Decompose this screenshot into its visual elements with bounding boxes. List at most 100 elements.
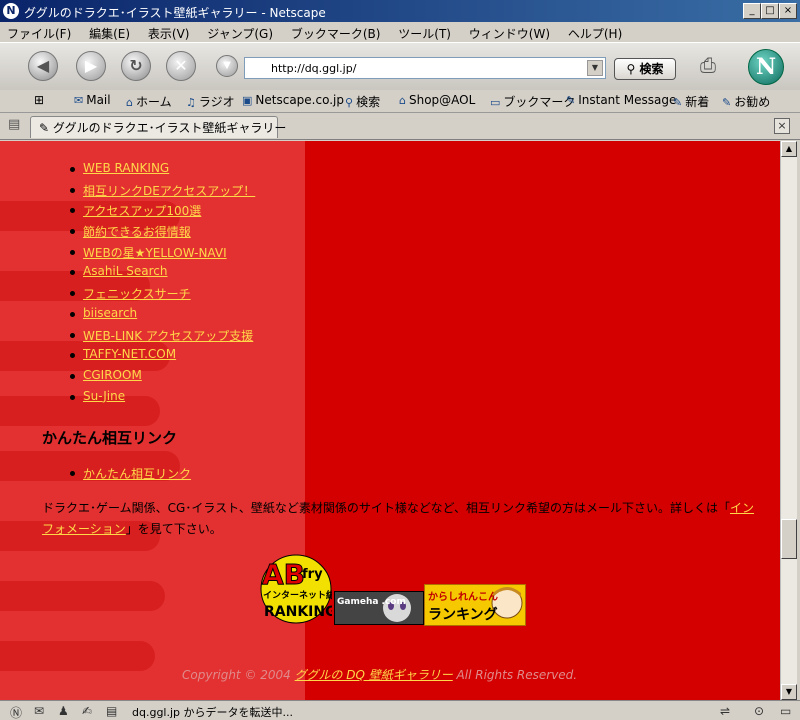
menu-help[interactable]: ヘルプ(H) <box>561 22 629 42</box>
my-icon: ▣ <box>242 94 253 107</box>
url-dropdown-button[interactable]: ▼ <box>587 60 603 76</box>
svg-text:からしれんこん: からしれんこん <box>428 591 498 603</box>
link-asahil-search[interactable]: AsahiL Search <box>83 264 167 278</box>
print-icon[interactable]: ⎙ <box>700 53 728 77</box>
toolbar-item-bookmarks[interactable]: ▭ ブックマーク <box>490 93 575 110</box>
netscape-app-icon: N <box>3 3 19 19</box>
toolbar-item-mail[interactable]: ✉ Mail <box>74 93 111 107</box>
scroll-down-button[interactable]: ▼ <box>781 684 797 700</box>
page-content: WEB RANKING 相互リンクDEアクセスアップ！ アクセスアップ100選 … <box>0 141 780 700</box>
close-tab-button[interactable]: × <box>774 118 790 134</box>
composer-status-icon[interactable]: ✍ <box>82 704 92 718</box>
bookmark-icon: ✎ <box>566 94 576 107</box>
security-status-icon[interactable]: ⊙ <box>754 704 764 718</box>
address-book-status-icon[interactable]: ▤ <box>106 704 117 718</box>
list-item: WEB RANKING <box>70 161 255 182</box>
link-sougo-link-de[interactable]: 相互リンクDEアクセスアップ！ <box>83 184 255 198</box>
netscape-status-icon[interactable]: Ⓝ <box>10 704 22 720</box>
menu-go[interactable]: ジャンプ(G) <box>200 22 280 42</box>
link-web-ranking[interactable]: WEB RANKING <box>83 161 169 175</box>
forward-button[interactable]: ▶ <box>76 51 106 81</box>
toolbar-item-shop[interactable]: ⌂ Shop@AOL <box>399 93 475 107</box>
chevron-down-icon: ▼ <box>785 687 793 696</box>
personal-toolbar: ⊞ ✉ Mail ⌂ ホーム ♫ ラジオ ▣ Netscape.co.jp ⚲ 検索 ⌂ S… <box>0 90 800 113</box>
personal-toolbar-toggle[interactable]: ⊞ <box>34 93 44 107</box>
link-access-up-100[interactable]: アクセスアップ100選 <box>83 204 201 218</box>
title-bar: N ググルのドラクエ･イラスト壁紙ギャラリー - Netscape _ □ × <box>0 0 800 22</box>
go-button[interactable]: ▼ <box>216 55 238 77</box>
tab-active[interactable]: ✎ ググルのドラクエ･イラスト壁紙ギャラリー <box>30 116 286 138</box>
link-kantan-sougo-link[interactable]: かんたん相互リンク <box>83 467 191 481</box>
url-bar[interactable]: ▼ <box>244 57 606 79</box>
abfry-ranking-banner[interactable]: AB fry インターネット総合 RANKING <box>260 554 345 624</box>
radio-icon: ♫ <box>186 96 196 109</box>
mail-icon: ✉ <box>74 94 84 107</box>
list-item: かんたん相互リンク <box>70 465 191 482</box>
gameha-banner-graphic: Gameha .com <box>335 592 423 624</box>
bookmark-icon: ✎ <box>673 96 683 109</box>
online-status-icon[interactable]: ⇌ <box>720 704 730 718</box>
gameha-banner[interactable]: Gameha .com <box>334 591 424 625</box>
status-text: dq.ggl.jp からデータを転送中... <box>132 706 294 719</box>
list-item: 相互リンクDEアクセスアップ！ <box>70 182 255 203</box>
link-biisearch[interactable]: biisearch <box>83 306 137 320</box>
menu-window[interactable]: ウィンドウ(W) <box>462 22 557 42</box>
link-setsuyaku[interactable]: 節約できるお得情報 <box>83 225 191 239</box>
list-item: WEB-LINK アクセスアップ支援 <box>70 327 255 348</box>
list-item: Su-Jine <box>70 389 255 410</box>
netscape-logo[interactable]: N <box>748 49 784 85</box>
menu-bar: ファイル(F) 編集(E) 表示(V) ジャンプ(G) ブックマーク(B) ツー… <box>0 22 800 42</box>
wave-decoration <box>0 581 165 611</box>
scroll-thumb[interactable] <box>781 519 797 559</box>
url-input[interactable] <box>269 60 583 77</box>
abfry-banner-graphic: AB fry インターネット総合 RANKING <box>260 554 345 624</box>
link-su-jine[interactable]: Su-Jine <box>83 389 125 403</box>
scroll-up-button[interactable]: ▲ <box>781 141 797 157</box>
menu-bookmarks[interactable]: ブックマーク(B) <box>284 22 388 42</box>
reload-button[interactable]: ↻ <box>121 51 151 81</box>
search-button[interactable]: ⚲ 検索 <box>614 58 676 80</box>
toolbar-item-recommend[interactable]: ✎ お勧め <box>722 93 770 110</box>
list-item: biisearch <box>70 306 255 327</box>
new-tab-icon[interactable]: ▤ <box>8 117 24 133</box>
toolbar-item-instant-message[interactable]: ✎ Instant Message <box>566 93 676 107</box>
menu-file[interactable]: ファイル(F) <box>0 22 78 42</box>
toolbar-item-netscape[interactable]: ▣ Netscape.co.jp <box>242 93 344 107</box>
stop-button[interactable]: ✕ <box>166 51 196 81</box>
back-button[interactable]: ◀ <box>28 51 58 81</box>
svg-text:RANKING: RANKING <box>264 604 332 620</box>
link-taffy-net[interactable]: TAFFY-NET.COM <box>83 347 176 361</box>
toolbar-item-new[interactable]: ✎ 新着 <box>673 93 709 110</box>
close-button[interactable]: × <box>779 3 797 19</box>
stop-icon: ✕ <box>174 56 188 75</box>
link-web-link[interactable]: WEB-LINK アクセスアップ支援 <box>83 329 253 343</box>
search-icon: ⚲ <box>345 96 354 109</box>
list-item: TAFFY-NET.COM <box>70 347 255 368</box>
link-phoenix-search[interactable]: フェニックスサーチ <box>83 287 191 301</box>
toolbar-item-home[interactable]: ⌂ ホーム <box>126 93 172 110</box>
toolbar-item-radio[interactable]: ♫ ラジオ <box>186 93 235 110</box>
minimize-button[interactable]: _ <box>743 3 761 19</box>
vertical-scrollbar[interactable]: ▲ ▼ <box>780 141 797 700</box>
mail-status-icon[interactable]: ✉ <box>34 704 44 718</box>
menu-view[interactable]: 表示(V) <box>141 22 197 42</box>
home-icon: ⌂ <box>126 96 133 109</box>
toolbar-item-search[interactable]: ⚲ 検索 <box>345 93 380 110</box>
aim-status-icon[interactable]: ♟ <box>58 704 69 718</box>
chevron-down-icon: ▼ <box>223 60 231 71</box>
menu-edit[interactable]: 編集(E) <box>82 22 137 42</box>
svg-text:Gameha .com: Gameha .com <box>337 597 406 607</box>
maximize-button[interactable]: □ <box>761 3 779 19</box>
menu-tools[interactable]: ツール(T) <box>391 22 458 42</box>
link-cgiroom[interactable]: CGIROOM <box>83 368 142 382</box>
lock-icon: ▭ <box>780 704 792 718</box>
link-site-home[interactable]: ググルの DQ 壁紙ギャラリー <box>295 668 453 682</box>
list-item: フェニックスサーチ <box>70 285 255 306</box>
link-yellow-navi[interactable]: WEBの星★YELLOW-NAVI <box>83 246 227 260</box>
page-icon: ✎ <box>39 121 53 135</box>
list-item: 節約できるお得情報 <box>70 223 255 244</box>
karashirenkon-ranking-banner[interactable]: からしれんこん ランキング <box>424 584 526 626</box>
ranking-link-list: WEB RANKING 相互リンクDEアクセスアップ！ アクセスアップ100選 … <box>70 161 255 409</box>
folder-icon: ▭ <box>490 96 501 109</box>
tab-label: ググルのドラクエ･イラスト壁紙ギャラリー <box>52 121 287 135</box>
